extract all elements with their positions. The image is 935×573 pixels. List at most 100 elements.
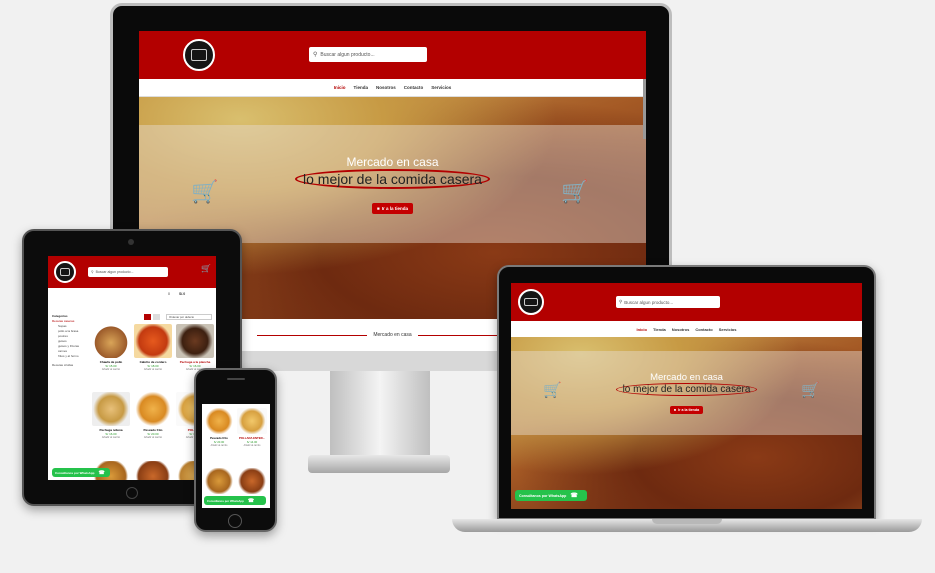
product-card[interactable]: POLLADA ENTER... S/ 14.00 Añadir al carr… [237, 408, 267, 447]
nav-contacto[interactable]: Contacto [695, 327, 712, 332]
whatsapp-button[interactable]: Consúltanos por WhatsApp ☎ [52, 468, 110, 477]
desktop-header: ⚲ Buscar algun producto... [139, 31, 646, 79]
product-card[interactable]: Pechuga a la plancha S/ 16.00 Añadir al … [176, 324, 214, 371]
search-icon: ⚲ [91, 270, 94, 274]
monitor-stand-neck [330, 371, 430, 461]
search-icon: ⚲ [619, 299, 623, 304]
product-image [204, 408, 234, 434]
tablet-cart-summary[interactable]: 0 S/.0 [168, 292, 185, 296]
laptop-screen: ⚲ Buscar algun producto... Inicio Tienda… [511, 283, 862, 509]
shop-button[interactable]: ■ Ir a la tienda [372, 202, 413, 214]
nav-servicios[interactable]: Servicios [431, 85, 451, 90]
laptop-nav: Inicio Tienda Nosotros Contacto Servicio… [511, 321, 862, 337]
laptop-header: ⚲ Buscar algun producto... [511, 283, 862, 321]
laptop-notch [652, 519, 722, 524]
search-placeholder: Buscar algun producto... [320, 51, 375, 58]
whatsapp-label: Consúltanos por WhatsApp [55, 470, 95, 475]
product-card[interactable]: Cabrito de cordero S/ 18.00 Añadir al ca… [134, 324, 172, 371]
whatsapp-button[interactable]: Consúltanos por WhatsApp ☎ [204, 496, 266, 505]
site-logo[interactable] [183, 39, 215, 71]
product-image [204, 468, 234, 494]
tablet-header: ⚲ Buscar algun producto... 🛒 [48, 256, 216, 288]
product-card[interactable]: Pescado frito S/ 20.00 Añadir al carrito [204, 408, 234, 447]
sort-select[interactable]: Ordenar por defecto [166, 314, 212, 320]
monitor-stand-base [308, 455, 450, 473]
site-logo[interactable] [518, 289, 544, 315]
add-to-cart-link[interactable]: Añadir al carrito [237, 444, 267, 447]
phone-device: Pescado frito S/ 20.00 Añadir al carrito… [194, 368, 277, 532]
phone-speaker [227, 378, 245, 380]
tablet-camera [128, 239, 134, 245]
search-icon: ⚲ [313, 52, 318, 58]
sort-label: Ordenar por defecto [169, 315, 195, 319]
scrollbar[interactable] [643, 79, 646, 139]
nav-tienda[interactable]: Tienda [653, 327, 666, 332]
cart-total: S/.0 [178, 292, 186, 296]
shop-button-label: Ir a la tienda [381, 205, 408, 211]
search-input[interactable]: ⚲ Buscar algun producto... [616, 296, 720, 308]
store-icon: ■ [377, 205, 380, 211]
product-image [237, 468, 267, 494]
search-input[interactable]: ⚲ Buscar algun producto... [309, 47, 427, 62]
laptop-lid: ⚲ Buscar algun producto... Inicio Tienda… [497, 265, 876, 520]
category-item[interactable]: fritos y al horno [52, 354, 90, 359]
whatsapp-icon: ☎ [570, 493, 578, 499]
whatsapp-button[interactable]: Consúltanos por WhatsApp ☎ [515, 490, 587, 501]
whatsapp-icon: ☎ [247, 497, 255, 504]
nav-servicios[interactable]: Servicios [719, 327, 737, 332]
grid-icon[interactable] [144, 314, 151, 320]
add-to-cart-link[interactable]: Añadir al carrito [134, 368, 172, 371]
whatsapp-label: Consúltanos por WhatsApp [207, 498, 244, 503]
nav-tienda[interactable]: Tienda [354, 85, 368, 90]
site-logo[interactable] [54, 261, 76, 283]
nav-contacto[interactable]: Contacto [404, 85, 424, 90]
search-placeholder: Buscar algun producto... [624, 299, 674, 305]
nav-nosotros[interactable]: Nosotros [376, 85, 396, 90]
product-image [176, 324, 214, 358]
tablet-home-button[interactable] [126, 487, 138, 499]
product-card[interactable]: Chaufa de pollo S/ 15.00 Añadir al carri… [92, 324, 130, 371]
product-image [134, 461, 172, 480]
hero-title: Mercado en casa [346, 154, 439, 169]
whatsapp-icon: ☎ [98, 469, 105, 476]
phone-home-button[interactable] [228, 514, 242, 528]
hero-subtitle: lo mejor de la comida casera [295, 168, 490, 189]
cart-count: 0 [168, 292, 170, 296]
product-image [134, 392, 172, 426]
product-card[interactable]: Pescado frito S/ 20.00 Añadir al carrito [134, 392, 172, 439]
list-icon[interactable] [153, 314, 160, 320]
product-image [237, 408, 267, 434]
hero-subtitle: lo mejor de la comida casera [615, 383, 758, 396]
cart-icon: 🛒 [543, 382, 562, 399]
nav-inicio[interactable]: Inicio [637, 327, 647, 332]
categories-sidebar: Categorías Recetas caseras Sopas pollo a… [52, 314, 90, 368]
section-heading: Mercado en casa [373, 332, 412, 338]
cart-icon: 🛒 [561, 179, 589, 204]
nav-nosotros[interactable]: Nosotros [672, 327, 690, 332]
cart-icon: 🛒 [801, 382, 820, 399]
add-to-cart-link[interactable]: Añadir al carrito [92, 436, 130, 439]
product-image [134, 324, 172, 358]
hero-title: Mercado en casa [650, 372, 723, 383]
search-placeholder: Buscar algun producto... [95, 270, 134, 274]
phone-screen: Pescado frito S/ 20.00 Añadir al carrito… [202, 404, 270, 508]
tablet-screen: ⚲ Buscar algun producto... 🛒 0 S/.0 Cate… [48, 256, 216, 480]
product-image [92, 392, 130, 426]
product-card[interactable]: Pechuga rellena S/ 16.00 Añadir al carri… [92, 392, 130, 439]
category-item[interactable]: Recetas criollas [52, 363, 90, 368]
whatsapp-label: Consúltanos por WhatsApp [519, 493, 567, 498]
cart-icon: 🛒 [191, 179, 219, 204]
product-image [92, 324, 130, 358]
cart-icon[interactable]: 🛒 [201, 264, 211, 273]
laptop-hero: Mercado en casa lo mejor de la comida ca… [511, 337, 862, 509]
shop-button-label: Ir a la tienda [678, 408, 700, 412]
divider [257, 334, 368, 336]
search-input[interactable]: ⚲ Buscar algun producto... [88, 267, 168, 277]
desktop-nav: Inicio Tienda Nosotros Contacto Servicio… [139, 79, 646, 97]
add-to-cart-link[interactable]: Añadir al carrito [92, 368, 130, 371]
nav-inicio[interactable]: Inicio [334, 85, 346, 90]
shop-button[interactable]: ■ Ir a la tienda [669, 406, 704, 414]
store-icon: ■ [673, 408, 677, 412]
add-to-cart-link[interactable]: Añadir al carrito [204, 444, 234, 447]
add-to-cart-link[interactable]: Añadir al carrito [134, 436, 172, 439]
